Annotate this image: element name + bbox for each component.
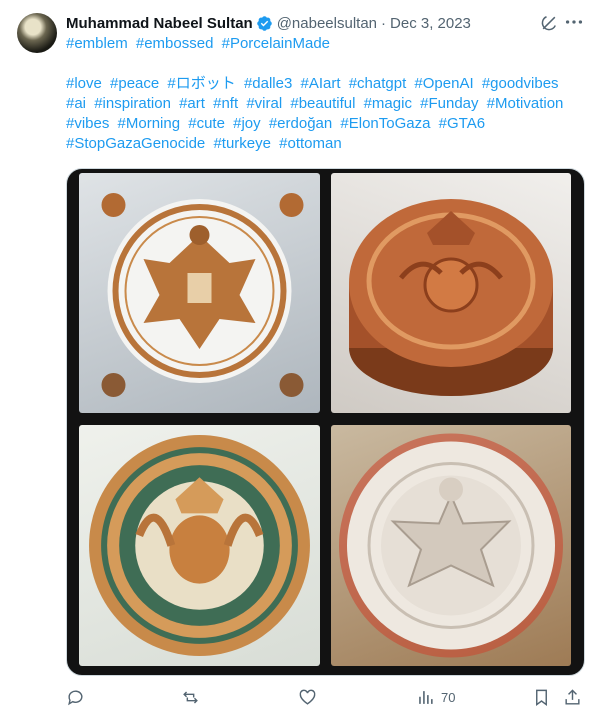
post-text: #emblem #embossed #PorcelainMade #love #… [66, 34, 586, 154]
hashtag-link[interactable]: #ottoman [279, 135, 342, 152]
reply-icon [68, 689, 83, 705]
reply-button[interactable] [66, 686, 85, 708]
hashtag-link[interactable]: #goodvibes [482, 75, 559, 92]
hashtag-link[interactable]: #nft [213, 95, 238, 112]
hashtag-link[interactable]: #dalle3 [244, 75, 292, 92]
hashtag-link[interactable]: #Motivation [487, 95, 564, 112]
hashtag-link[interactable]: #PorcelainMade [222, 35, 330, 52]
views-count: 70 [441, 689, 456, 705]
action-bar: 70 [66, 686, 586, 708]
hashtag-link[interactable]: #inspiration [94, 95, 171, 112]
like-icon [299, 689, 316, 705]
post-date[interactable]: Dec 3, 2023 [390, 15, 471, 32]
views-icon [419, 690, 433, 704]
avatar[interactable] [17, 13, 57, 53]
author-name[interactable]: Muhammad Nabeel Sultan [66, 15, 253, 32]
hashtag-link[interactable]: #turkeye [213, 135, 271, 152]
hashtag-link[interactable]: #ElonToGaza [340, 115, 430, 132]
more-icon[interactable] [563, 11, 585, 33]
hashtag-link[interactable]: #ai [66, 95, 86, 112]
hashtag-link[interactable]: #peace [110, 75, 159, 92]
hashtags-body: #love #peace #ロボット #dalle3 #AIart #chatg… [66, 74, 586, 154]
hashtag-link[interactable]: #vibes [66, 115, 109, 132]
image-terracotta-box[interactable] [331, 173, 571, 413]
hashtag-link[interactable]: #Morning [118, 115, 181, 132]
hashtag-link[interactable]: #StopGazaGenocide [66, 135, 205, 152]
repost-icon [183, 690, 198, 704]
author-handle[interactable]: @nabeelsultan [277, 15, 377, 32]
image-white-emblem-seal[interactable] [79, 173, 320, 413]
hashtag-link[interactable]: #OpenAI [414, 75, 473, 92]
post-header: Muhammad Nabeel Sultan @nabeelsultan · D… [66, 12, 585, 34]
hashtag-link[interactable]: #GTA6 [439, 115, 485, 132]
hashtag-link[interactable]: #ロボット [167, 75, 235, 92]
hashtag-link[interactable]: #AIart [301, 75, 341, 92]
verified-badge-icon [256, 15, 272, 31]
bookmark-button[interactable] [532, 686, 551, 708]
views-button[interactable]: 70 [416, 686, 455, 708]
hashtag-link[interactable]: #viral [246, 95, 282, 112]
like-button[interactable] [298, 686, 317, 708]
share-button[interactable] [563, 686, 582, 708]
repost-button[interactable] [181, 686, 200, 708]
hashtags-line1: #emblem #embossed #PorcelainMade [66, 34, 586, 54]
hashtag-link[interactable]: #erdoğan [269, 115, 332, 132]
hashtag-link[interactable]: #embossed [136, 35, 214, 52]
hashtag-link[interactable]: #beautiful [290, 95, 355, 112]
hashtag-link[interactable]: #joy [233, 115, 261, 132]
image-white-eagle-seal[interactable] [331, 425, 571, 666]
grok-icon[interactable] [539, 13, 559, 33]
hashtag-link[interactable]: #art [179, 95, 205, 112]
hashtag-link[interactable]: #chatgpt [349, 75, 407, 92]
media-grid[interactable] [66, 168, 585, 676]
image-gold-green-medallion[interactable] [79, 425, 320, 666]
hashtag-link[interactable]: #magic [364, 95, 412, 112]
hashtag-link[interactable]: #Funday [420, 95, 478, 112]
hashtag-link[interactable]: #emblem [66, 35, 128, 52]
hashtag-link[interactable]: #love [66, 75, 102, 92]
hashtag-link[interactable]: #cute [188, 115, 225, 132]
separator-dot: · [381, 14, 387, 32]
bookmark-icon [536, 689, 547, 706]
share-icon [565, 688, 580, 705]
